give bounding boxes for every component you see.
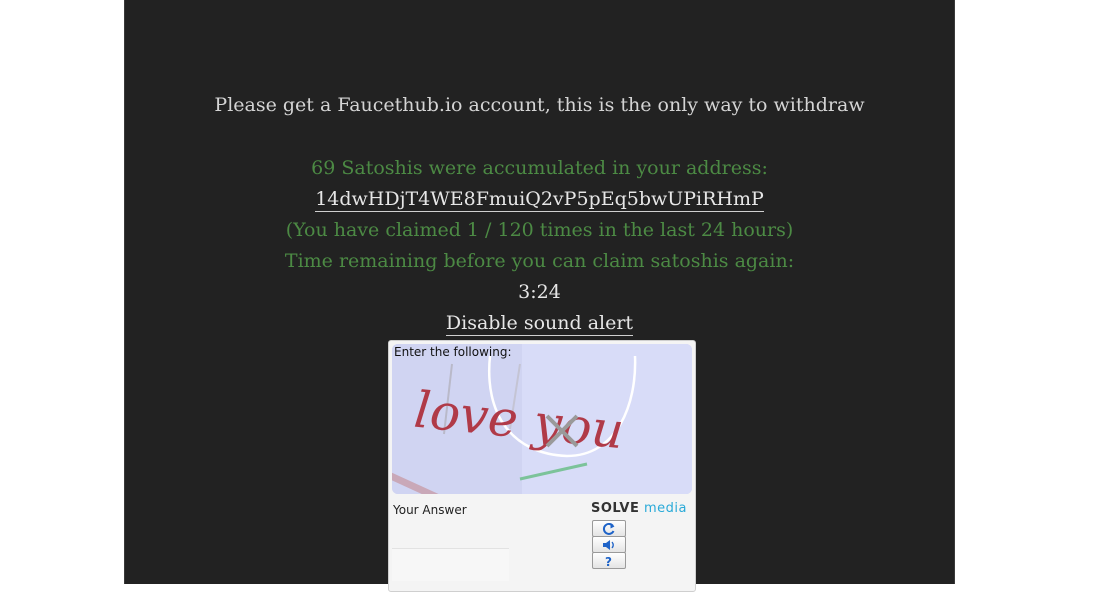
captcha-answer-input[interactable] xyxy=(392,548,509,581)
sound-alert-text[interactable]: Disable sound alert xyxy=(445,312,634,336)
help-icon: ? xyxy=(605,555,612,567)
help-captcha-button[interactable]: ? xyxy=(592,552,626,569)
refresh-icon xyxy=(602,522,615,535)
captcha-widget: love you Enter the following: Your Answe… xyxy=(388,340,696,592)
sound-alert-link[interactable]: Disable sound alert xyxy=(125,312,954,336)
address-text[interactable]: 14dwHDjT4WE8FmuiQ2vP5pEq5bwUPiRHmP xyxy=(315,188,764,212)
address-link[interactable]: 14dwHDjT4WE8FmuiQ2vP5pEq5bwUPiRHmP xyxy=(125,188,954,212)
accumulated-text: 69 Satoshis were accumulated in your add… xyxy=(311,157,768,179)
faucethub-notice: Please get a Faucethub.io account, this … xyxy=(214,94,865,116)
solvemedia-logo: SOLVE media xyxy=(591,501,687,516)
countdown-timer: 3:24 xyxy=(518,281,561,303)
claims-text: (You have claimed 1 / 120 times in the l… xyxy=(285,219,794,241)
refresh-captcha-button[interactable] xyxy=(592,520,626,537)
captcha-image: love you xyxy=(392,344,692,494)
audio-icon xyxy=(603,539,614,550)
answer-label: Your Answer xyxy=(393,503,467,517)
brand-solve: SOLVE xyxy=(591,501,640,516)
audio-captcha-button[interactable] xyxy=(592,536,626,553)
main-panel: Please get a Faucethub.io account, this … xyxy=(124,0,955,592)
brand-media: media xyxy=(644,501,687,516)
time-remaining-label: Time remaining before you can claim sato… xyxy=(284,250,795,272)
captcha-instruction: Enter the following: xyxy=(394,345,512,359)
svg-text:?: ? xyxy=(605,555,612,567)
